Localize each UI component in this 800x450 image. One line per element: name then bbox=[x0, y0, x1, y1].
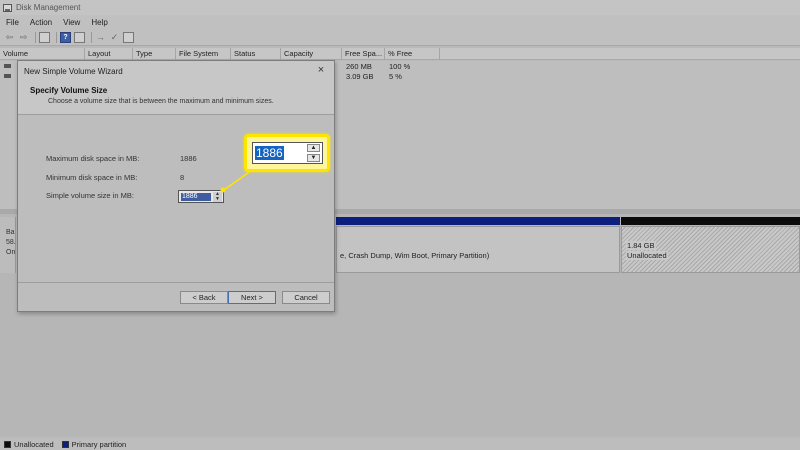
zoomed-volume-size-input[interactable]: 1886 bbox=[255, 145, 303, 161]
menu-help[interactable]: Help bbox=[91, 18, 107, 27]
title-bar: Disk Management bbox=[0, 0, 800, 15]
back-arrow-icon[interactable]: ⇦ bbox=[4, 32, 15, 43]
unallocated-bar bbox=[621, 217, 800, 225]
unallocated-label: Unallocated bbox=[626, 251, 668, 260]
stepper-down-icon[interactable]: ▼ bbox=[213, 197, 222, 202]
disk-label-line: 58. bbox=[6, 239, 16, 246]
wizard-footer-divider bbox=[18, 282, 334, 283]
toolbar-divider bbox=[35, 31, 36, 43]
menu-file[interactable]: File bbox=[6, 18, 19, 27]
disk-label[interactable]: Ba 58. On bbox=[0, 217, 16, 273]
stepper-up-icon[interactable]: ▲ bbox=[307, 144, 320, 152]
zoomed-volume-size-value: 1886 bbox=[255, 146, 284, 160]
primary-partition-text: e, Crash Dump, Wim Boot, Primary Partiti… bbox=[340, 251, 490, 260]
volume-percent-free: 5 % bbox=[389, 72, 402, 81]
legend-swatch-primary bbox=[61, 440, 69, 448]
volume-list-header: Volume Layout Type File System Status Ca… bbox=[0, 48, 800, 60]
column-header-status[interactable]: Status bbox=[231, 48, 281, 60]
legend: Unallocated Primary partition bbox=[0, 438, 800, 450]
column-header-free-space[interactable]: Free Spa... bbox=[342, 48, 385, 60]
toolbar-divider bbox=[56, 31, 57, 43]
list-view-icon[interactable] bbox=[39, 31, 50, 43]
min-disk-space-label: Minimum disk space in MB: bbox=[46, 173, 138, 182]
min-disk-space-value: 8 bbox=[180, 173, 185, 182]
wizard-subheading: Choose a volume size that is between the… bbox=[48, 98, 274, 105]
wizard-title: New Simple Volume Wizard bbox=[24, 67, 123, 76]
unallocated-size: 1.84 GB bbox=[626, 241, 656, 250]
menu-view[interactable]: View bbox=[63, 18, 80, 27]
menu-bar: File Action View Help bbox=[0, 15, 800, 29]
zoom-callout: 1886 ▲ ▼ bbox=[244, 134, 330, 172]
legend-swatch-unallocated bbox=[4, 440, 11, 448]
forward-arrow-icon[interactable]: ⇨ bbox=[18, 32, 29, 43]
legend-label-primary: Primary partition bbox=[71, 439, 127, 449]
volume-percent-free: 100 % bbox=[389, 62, 411, 71]
cancel-button[interactable]: Cancel bbox=[282, 291, 330, 304]
volume-free-space: 3.09 GB bbox=[346, 72, 374, 81]
disk-label-line: On bbox=[6, 249, 16, 256]
volume-size-stepper[interactable]: 1886 ▲ ▼ bbox=[178, 190, 224, 203]
max-disk-space-label: Maximum disk space in MB: bbox=[46, 154, 140, 163]
wizard-header: New Simple Volume Wizard × Specify Volum… bbox=[18, 61, 334, 115]
volume-drive-icon bbox=[4, 74, 11, 78]
properties-icon[interactable] bbox=[74, 31, 85, 43]
back-button[interactable]: < Back bbox=[180, 291, 228, 304]
column-header-layout[interactable]: Layout bbox=[85, 48, 133, 60]
help-icon[interactable]: ? bbox=[60, 31, 71, 43]
column-header-percent-free[interactable]: % Free bbox=[385, 48, 440, 60]
primary-partition-block[interactable]: e, Crash Dump, Wim Boot, Primary Partiti… bbox=[336, 226, 620, 273]
column-header-capacity[interactable]: Capacity bbox=[281, 48, 342, 60]
legend-label-unallocated: Unallocated bbox=[14, 439, 54, 449]
max-disk-space-value: 1886 bbox=[180, 154, 197, 163]
unallocated-block[interactable]: 1.84 GB Unallocated bbox=[621, 226, 800, 273]
toolbar-divider bbox=[91, 31, 92, 43]
column-header-type[interactable]: Type bbox=[133, 48, 176, 60]
primary-partition-bar bbox=[336, 217, 620, 225]
close-icon[interactable]: × bbox=[315, 64, 327, 76]
next-button[interactable]: Next > bbox=[228, 291, 276, 304]
stepper-down-icon[interactable]: ▼ bbox=[307, 154, 320, 162]
window-title: Disk Management bbox=[16, 3, 81, 12]
menu-action[interactable]: Action bbox=[30, 18, 52, 27]
column-header-volume[interactable]: Volume bbox=[0, 48, 85, 60]
volume-size-input[interactable]: 1886 bbox=[181, 193, 211, 201]
wizard-heading: Specify Volume Size bbox=[30, 86, 108, 95]
new-simple-volume-wizard: New Simple Volume Wizard × Specify Volum… bbox=[17, 60, 335, 312]
volume-drive-icon bbox=[4, 64, 11, 68]
volume-free-space: 260 MB bbox=[346, 62, 372, 71]
zoomed-volume-size-stepper[interactable]: 1886 ▲ ▼ bbox=[252, 142, 323, 164]
disk-management-icon bbox=[3, 3, 12, 12]
toolbar: ⇦ ⇨ ? → ✓ bbox=[0, 29, 800, 46]
grid-icon[interactable] bbox=[123, 31, 134, 43]
checkmark-icon[interactable]: ✓ bbox=[109, 32, 120, 43]
disconnect-icon[interactable]: → bbox=[95, 32, 106, 43]
column-header-file-system[interactable]: File System bbox=[176, 48, 231, 60]
disk-label-line: Ba bbox=[6, 229, 15, 236]
volume-size-label: Simple volume size in MB: bbox=[46, 191, 134, 200]
